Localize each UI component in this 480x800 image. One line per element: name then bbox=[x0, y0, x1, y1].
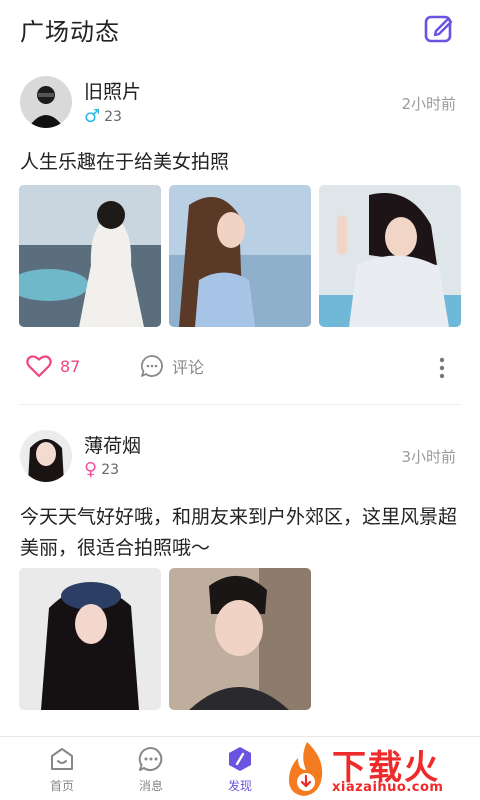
tab-messages[interactable]: 消息 bbox=[121, 745, 181, 794]
age: 23 bbox=[101, 461, 120, 478]
post-text: 今天天气好好哦，和朋友来到户外郊区，这里风景超美丽，很适合拍照哦～ bbox=[20, 506, 458, 559]
tab-home[interactable]: 首页 bbox=[32, 745, 92, 794]
flame-logo-icon bbox=[288, 742, 323, 796]
tab-discover[interactable]: 发现 bbox=[210, 745, 270, 794]
post-photo[interactable] bbox=[19, 568, 161, 710]
female-icon: ♀ bbox=[84, 459, 98, 480]
post-photo[interactable] bbox=[169, 568, 311, 710]
tab-label: 发现 bbox=[227, 779, 252, 793]
post-card: 薄荷烟 ♀ 23 3小时前 今天天气好好哦，和朋友来到户外郊区，这里风景超美丽，… bbox=[0, 0, 480, 736]
gender-age: ♀ 23 bbox=[84, 459, 119, 480]
avatar[interactable] bbox=[20, 430, 72, 482]
home-icon bbox=[51, 748, 73, 770]
username[interactable]: 薄荷烟 bbox=[84, 431, 141, 458]
discover-icon bbox=[229, 747, 251, 771]
watermark: 下载火 xiazaihuo.com bbox=[284, 740, 480, 800]
message-icon bbox=[138, 746, 163, 771]
tab-label: 首页 bbox=[49, 779, 74, 793]
watermark-url: xiazaihuo.com bbox=[332, 780, 444, 795]
tab-label: 消息 bbox=[138, 779, 163, 793]
post-time: 3小时前 bbox=[401, 448, 456, 466]
